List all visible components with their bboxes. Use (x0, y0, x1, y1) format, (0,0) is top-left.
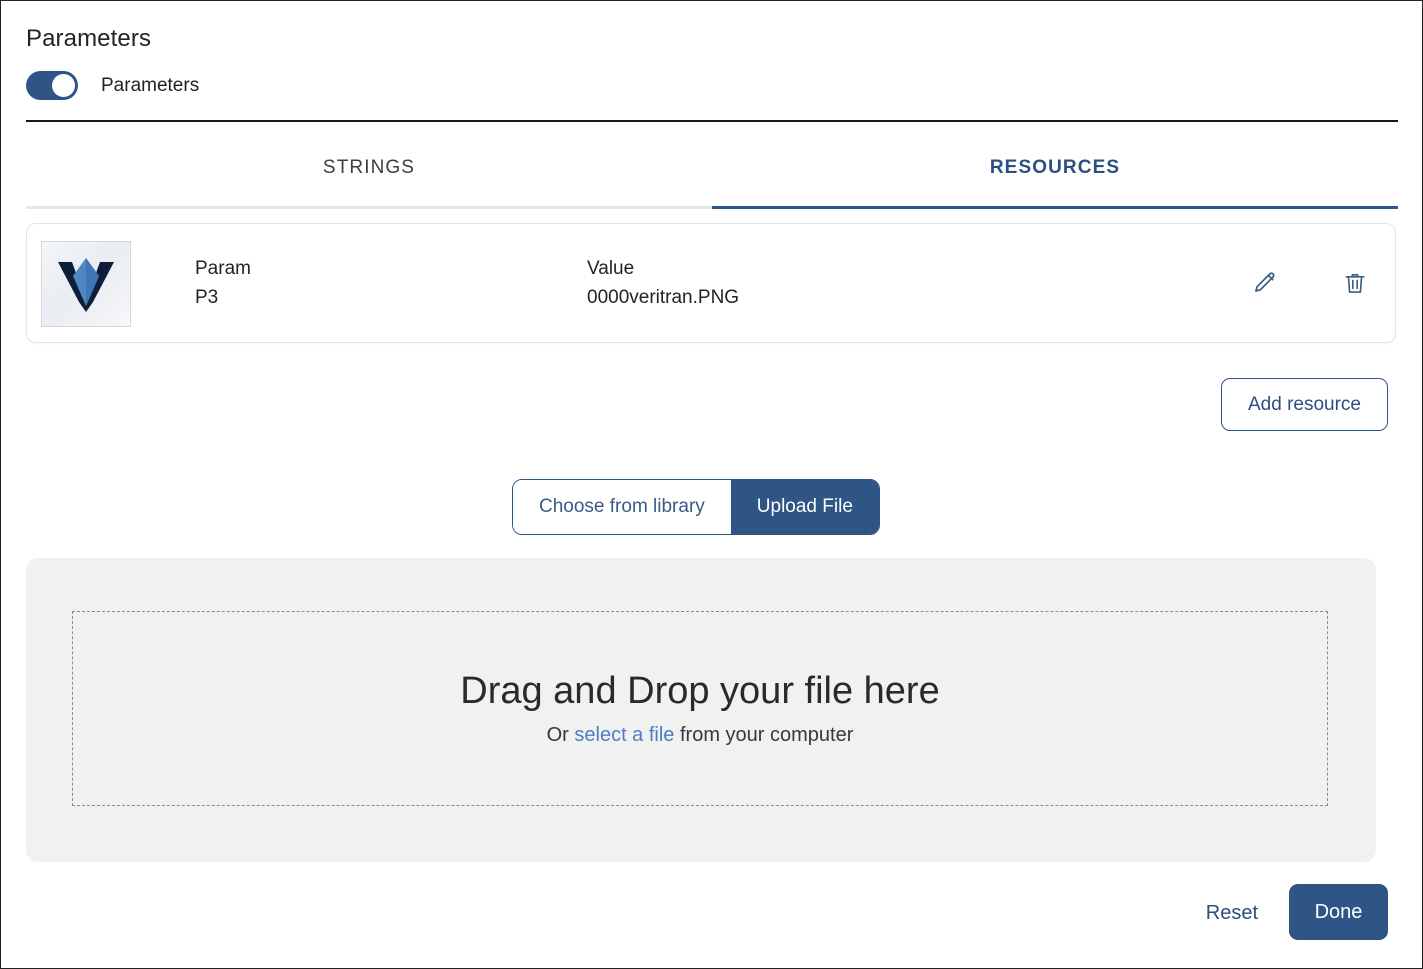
tab-strings[interactable]: STRINGS (26, 129, 712, 209)
param-header: Param (195, 254, 555, 283)
parameters-toggle-label: Parameters (101, 75, 199, 97)
file-dropzone[interactable]: Drag and Drop your file here Or select a… (72, 611, 1328, 806)
parameters-toggle-switch[interactable] (26, 71, 78, 100)
done-button[interactable]: Done (1289, 884, 1388, 940)
tab-strings-label: STRINGS (323, 157, 415, 179)
column-param: Param P3 (195, 254, 555, 312)
parameters-dialog: Parameters Parameters STRINGS RESOURCES (0, 0, 1423, 969)
delete-resource-button[interactable] (1339, 268, 1371, 300)
row-actions (1249, 268, 1371, 300)
tab-bar: STRINGS RESOURCES (26, 129, 1398, 209)
upload-file-button[interactable]: Upload File (731, 480, 879, 534)
select-a-file-link[interactable]: select a file (574, 724, 674, 746)
tab-resources-label: RESOURCES (990, 157, 1120, 179)
dropzone-subtitle: Or select a file from your computer (547, 724, 854, 747)
dropzone-suffix: from your computer (680, 724, 853, 746)
reset-button[interactable]: Reset (1202, 896, 1262, 931)
value-filename: 0000veritran.PNG (587, 283, 1087, 312)
dropzone-prefix: Or (547, 724, 569, 746)
choose-from-library-button[interactable]: Choose from library (513, 480, 731, 534)
param-value: P3 (195, 283, 555, 312)
pencil-icon (1252, 270, 1278, 299)
table-row[interactable]: Param P3 Value 0000veritran.PNG (26, 223, 1396, 343)
resource-thumbnail (41, 241, 131, 327)
value-header: Value (587, 254, 1087, 283)
dropzone-title: Drag and Drop your file here (460, 670, 939, 714)
toggle-knob (52, 74, 75, 97)
edit-resource-button[interactable] (1249, 268, 1281, 300)
parameters-toggle-row: Parameters (26, 71, 199, 100)
page-title: Parameters (26, 25, 151, 53)
add-resource-button[interactable]: Add resource (1221, 378, 1388, 431)
upload-panel: Drag and Drop your file here Or select a… (26, 558, 1376, 862)
header-divider (26, 120, 1398, 122)
trash-icon (1342, 270, 1368, 299)
veritran-logo-icon (55, 256, 117, 312)
column-value: Value 0000veritran.PNG (587, 254, 1087, 312)
tab-resources[interactable]: RESOURCES (712, 129, 1398, 209)
resource-source-selector: Choose from library Upload File (512, 479, 880, 535)
